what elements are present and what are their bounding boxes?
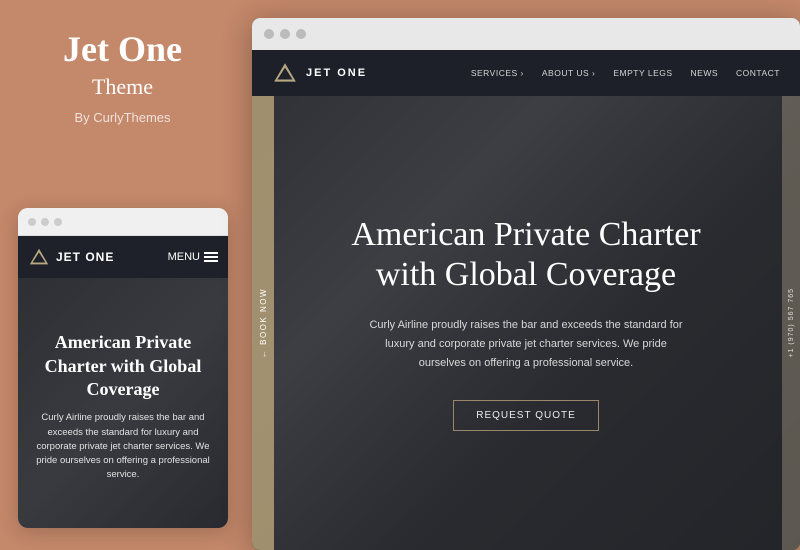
hero-content: American Private Charter with Global Cov… (336, 215, 716, 432)
desktop-logo: JET ONE (272, 60, 367, 86)
theme-subtitle: Theme (92, 74, 153, 100)
browser-dot-3 (54, 218, 62, 226)
nav-link-news[interactable]: NEWS (691, 68, 719, 78)
mobile-preview-card: JET ONE MENU American Private Charter wi… (18, 208, 228, 528)
nav-link-emptylegs[interactable]: EMPTY LEGS (613, 68, 672, 78)
nav-link-contact[interactable]: CONTACT (736, 68, 780, 78)
mobile-nav: JET ONE MENU (18, 236, 228, 278)
mobile-logo-text: JET ONE (56, 250, 114, 264)
mobile-hero-text: Curly Airline proudly raises the bar and… (30, 411, 216, 482)
browser-dot-2 (41, 218, 49, 226)
hamburger-icon (204, 252, 218, 262)
desktop-hero: ← BOOK NOW +1 (970) 567 765 American Pri… (252, 96, 800, 550)
hamburger-line-2 (204, 256, 218, 258)
mobile-menu-button[interactable]: MENU (168, 251, 218, 263)
desktop-preview: JET ONE SERVICES › ABOUT US › EMPTY LEGS… (252, 18, 800, 550)
mobile-hero-title: American Private Charter with Global Cov… (30, 331, 216, 401)
mobile-logo: JET ONE (28, 246, 114, 268)
hero-title: American Private Charter with Global Cov… (336, 215, 716, 297)
phone-text: +1 (970) 567 765 (788, 288, 795, 358)
desktop-logo-icon (272, 60, 298, 86)
desktop-dot-2 (280, 29, 290, 39)
book-now-text: ← BOOK NOW (259, 288, 268, 358)
nav-link-services[interactable]: SERVICES › (471, 68, 524, 78)
phone-strip: +1 (970) 567 765 (782, 96, 800, 550)
theme-title: Jet One (63, 30, 182, 70)
desktop-logo-text: JET ONE (306, 67, 367, 79)
mobile-hero: American Private Charter with Global Cov… (18, 278, 228, 528)
hamburger-line-3 (204, 260, 218, 262)
desktop-nav-links: SERVICES › ABOUT US › EMPTY LEGS NEWS CO… (471, 68, 780, 78)
desktop-dot-1 (264, 29, 274, 39)
browser-dot-1 (28, 218, 36, 226)
mobile-logo-icon (28, 246, 50, 268)
mobile-browser-bar (18, 208, 228, 236)
nav-link-about[interactable]: ABOUT US › (542, 68, 596, 78)
desktop-browser-bar (252, 18, 800, 50)
desktop-dot-3 (296, 29, 306, 39)
left-panel: Jet One Theme By CurlyThemes JET ONE MEN… (0, 0, 245, 550)
book-now-strip[interactable]: ← BOOK NOW (252, 96, 274, 550)
hamburger-line-1 (204, 252, 218, 254)
desktop-nav: JET ONE SERVICES › ABOUT US › EMPTY LEGS… (252, 50, 800, 96)
theme-by: By CurlyThemes (74, 110, 170, 125)
hero-description: Curly Airline proudly raises the bar and… (366, 316, 686, 372)
request-quote-button[interactable]: REQUEST QUOTE (453, 400, 599, 431)
